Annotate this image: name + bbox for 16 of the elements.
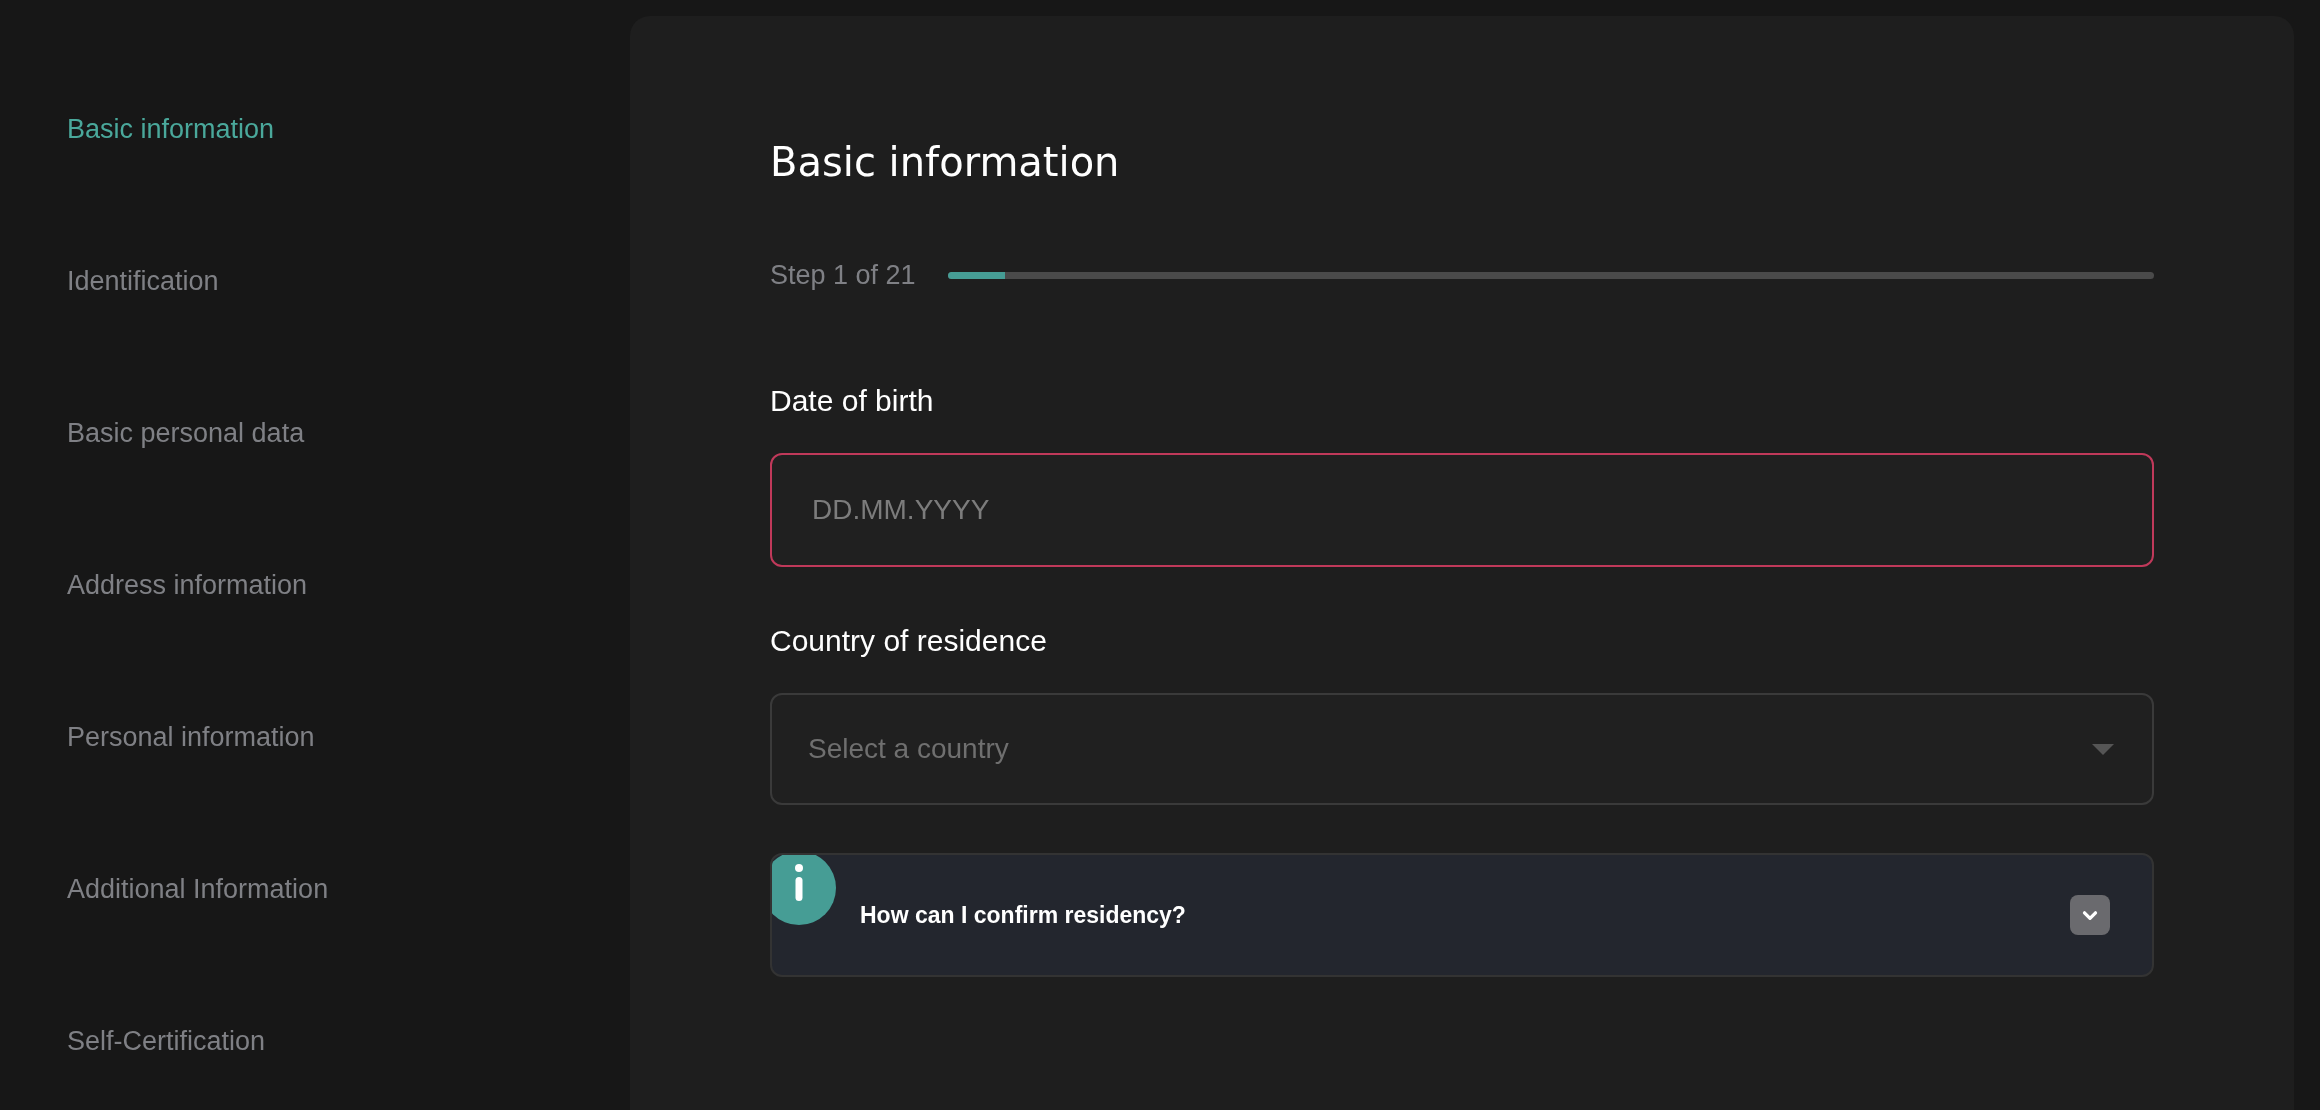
caret-icon	[2092, 743, 2114, 755]
sidebar-item[interactable]: Address information	[67, 570, 308, 601]
sidebar-item[interactable]: Additional Information	[67, 874, 329, 905]
step-counter: Step 1 of 21	[770, 260, 916, 291]
sidebar-item[interactable]: Basic personal data	[67, 418, 305, 449]
sidebar-item[interactable]: Self-Certification	[67, 1026, 266, 1057]
page-title: Basic information	[770, 138, 1121, 187]
date-input-field[interactable]: DD.MM.YYYY	[770, 453, 2154, 567]
field-label: Date of birth	[770, 383, 935, 419]
info-accordion[interactable]: How can I confirm residency?	[770, 853, 2154, 977]
field-label: Country of residence	[770, 623, 1048, 659]
chevron-down-icon	[2070, 895, 2110, 935]
country-select[interactable]: Select a country	[770, 693, 2154, 805]
sidebar-item[interactable]: Identification	[67, 266, 219, 297]
sidebar-item[interactable]: Personal information	[67, 722, 315, 753]
sidebar-item[interactable]: Basic information	[67, 114, 275, 145]
